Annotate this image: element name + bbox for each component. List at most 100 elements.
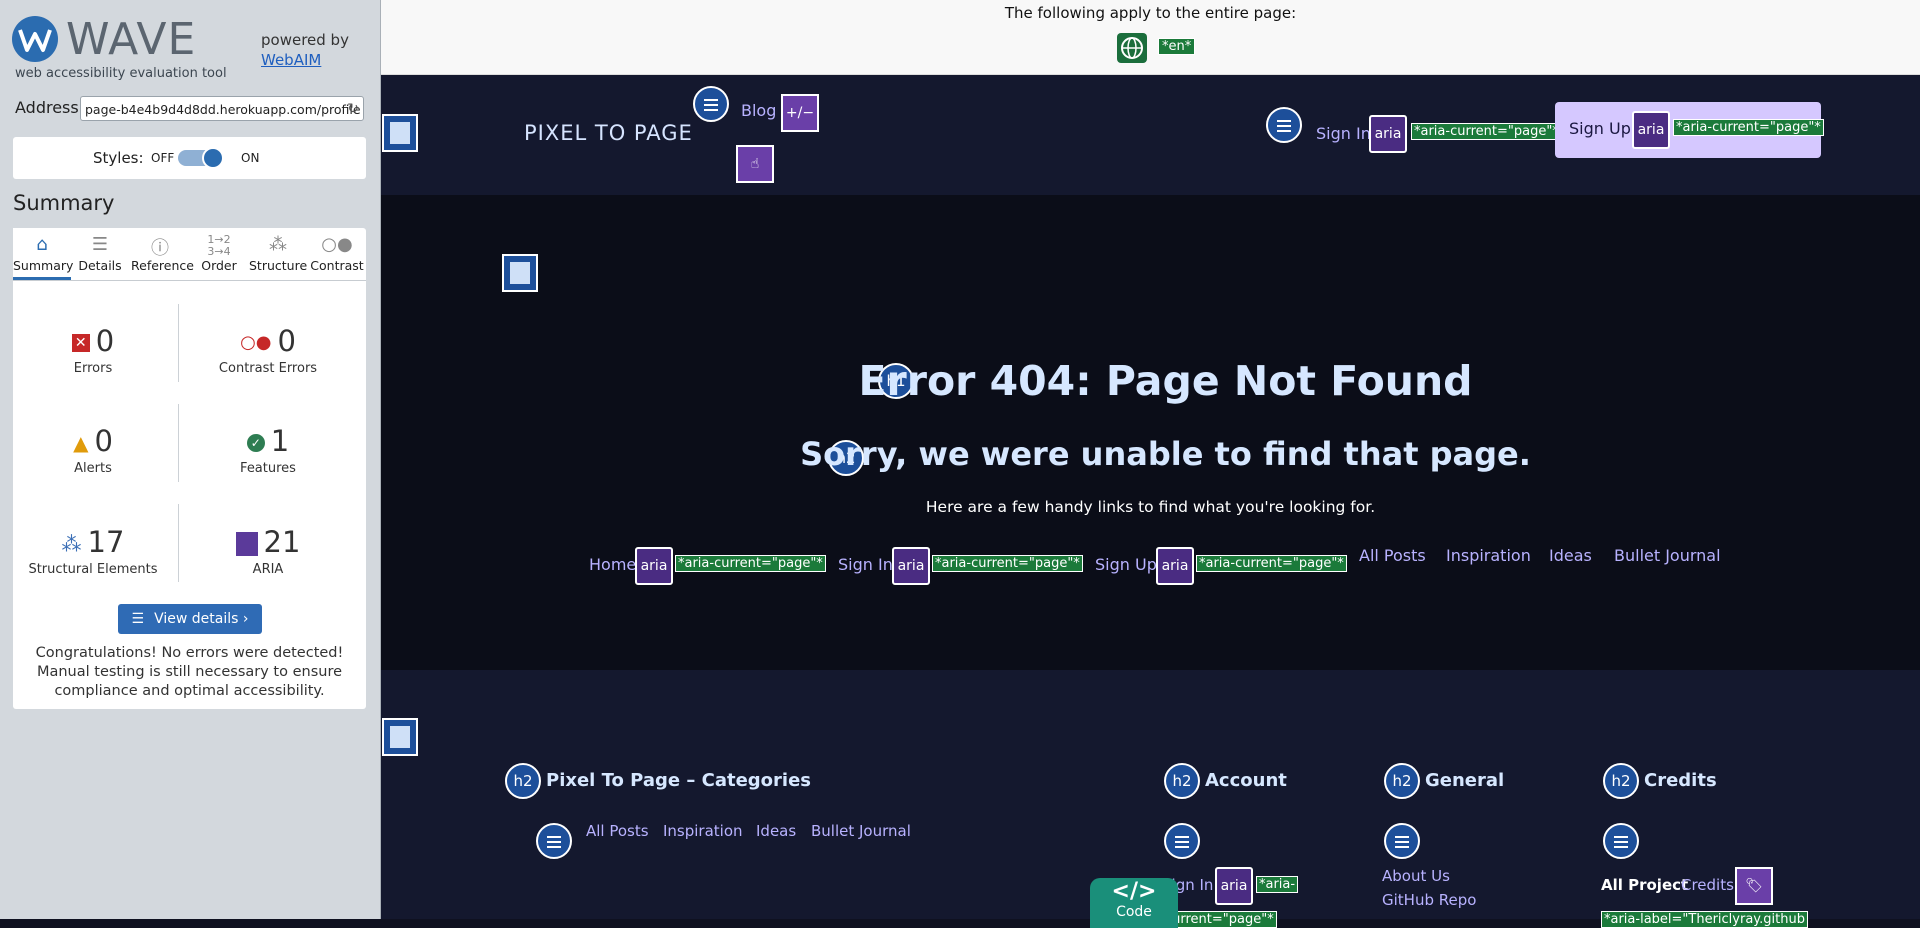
link-ideas[interactable]: Ideas [1549,546,1592,565]
aria-badge-icon[interactable]: aria [635,547,673,585]
main-landmark-icon[interactable] [502,254,538,292]
footer-link-bullet-journal[interactable]: Bullet Journal [811,822,911,840]
footer-account-heading: Account [1205,770,1287,791]
aria-current-tag: *aria-current="page"* [1673,119,1824,136]
h2-badge-icon[interactable]: h2 [1603,763,1639,799]
nav-sign-in-link[interactable]: Sign In [1316,124,1371,143]
powered-by-text: powered by [261,31,349,49]
alerts-count: 0 [94,424,113,458]
link-inspiration[interactable]: Inspiration [1446,546,1531,565]
footer-link-credits[interactable]: Credits [1681,876,1734,894]
divider [178,504,179,582]
page-title: Error 404: Page Not Found [858,357,1473,405]
view-details-button[interactable]: ☰ View details › [118,604,262,634]
link-sign-in[interactable]: Sign In [838,555,893,574]
aria-badge-icon[interactable]: aria [1215,867,1253,905]
wave-sidebar: WAVE web accessibility evaluation tool p… [0,0,381,919]
footer-categories-heading: Pixel To Page – Categories [546,770,812,791]
features-stat[interactable]: ✓ 1 Features [188,423,348,476]
aria-badge-icon[interactable]: aria [892,547,930,585]
aria-label: ARIA [252,562,284,577]
tab-structure-label: Structure [249,258,308,273]
divider [178,304,179,382]
aria-stat[interactable]: 21 ARIA [188,524,348,577]
toggle-badge-icon[interactable]: +/− [781,94,819,132]
errors-count: 0 [95,324,115,358]
tab-reference[interactable]: ⓘ Reference [131,228,194,280]
footer-link-all-posts[interactable]: All Posts [586,822,649,840]
contrast-errors-stat[interactable]: ○● 0 Contrast Errors [188,323,348,376]
contrast-errors-label: Contrast Errors [218,361,318,376]
styles-toggle[interactable] [178,147,224,169]
globe-icon[interactable] [1117,33,1147,63]
styles-on-label: ON [241,151,260,165]
contrast-error-icon: ○● [240,332,272,353]
refresh-icon[interactable]: ↻ [347,97,359,120]
divider [178,404,179,482]
link-all-posts[interactable]: All Posts [1359,546,1426,565]
code-label: Code [1116,904,1152,920]
tab-contrast-label: Contrast [310,258,364,273]
header-landmark-icon[interactable] [382,114,418,152]
aria-icon [235,532,258,556]
footer-all-project-text: All Project [1601,876,1689,894]
address-input[interactable]: page-b4e4b9d4d8dd.herokuapp.com/profile … [80,96,364,121]
list-icon: ☰ [131,611,145,627]
structural-stat[interactable]: ⁂ 17 Structural Elements [13,524,173,577]
alerts-stat[interactable]: ▲ 0 Alerts [13,423,173,476]
errors-label: Errors [73,361,113,376]
nav-sign-up-button[interactable]: Sign Up aria *aria-current="page"* [1555,102,1824,158]
errors-stat[interactable]: ✕ 0 Errors [13,323,173,376]
site-brand[interactable]: PIXEL TO PAGE [524,121,693,145]
aria-badge-icon[interactable]: aria [1156,547,1194,585]
aria-badge-icon[interactable]: aria [1369,115,1407,153]
nav-blog-link[interactable]: Blog [741,101,776,120]
footer-link-github-repo[interactable]: GitHub Repo [1382,891,1476,909]
h2-badge-icon[interactable]: h2 [505,763,541,799]
wave-subtitle: web accessibility evaluation tool [15,66,227,81]
styles-off-label: OFF [151,151,175,165]
notice-text: The following apply to the entire page: [1004,4,1297,22]
list-icon[interactable] [1164,823,1200,859]
footer-link-about-us[interactable]: About Us [1382,867,1450,885]
structural-label: Structural Elements [28,562,158,577]
alert-icon: ▲ [73,431,89,455]
aria-current-tag: *aria-current="page"* [932,555,1083,572]
h2-badge-icon[interactable]: h2 [1384,763,1420,799]
list-icon[interactable] [1603,823,1639,859]
tab-summary[interactable]: ⌂ Summary [13,228,73,280]
aria-current-tag: *aria-current="page"* [1196,555,1347,572]
features-count: 1 [270,424,290,458]
list-icon[interactable] [1384,823,1420,859]
link-sign-up[interactable]: Sign Up [1095,555,1157,574]
tab-contrast[interactable]: ○● Contrast [308,228,366,280]
link-bullet-journal[interactable]: Bullet Journal [1614,546,1721,565]
list-icon[interactable] [693,86,729,122]
footer-link-ideas[interactable]: Ideas [756,822,796,840]
list-icon[interactable] [1266,107,1302,143]
contrast-icon: ○● [321,234,353,255]
site-header: PIXEL TO PAGE Blog +/− ☝ Sign In aria *a… [381,75,1920,195]
address-label: Address: [15,98,85,117]
list-icon: ☰ [91,234,109,255]
aria-current-tag-partial: current="page"* [1162,911,1277,928]
webaim-link[interactable]: WebAIM [261,51,349,69]
h2-badge-icon[interactable]: h2 [1164,763,1200,799]
tab-order[interactable]: 1→2 3→4 Order [190,228,248,280]
code-button[interactable]: </> Code [1090,878,1178,928]
footer-landmark-icon[interactable] [382,718,418,756]
tab-bar: ⌂ Summary ☰ Details ⓘ Reference 1→2 3→4 O… [13,228,366,281]
button-badge-icon[interactable]: ☝ [736,145,774,183]
info-icon: ⓘ [151,238,169,259]
powered-by: powered by WebAIM [261,31,349,69]
tab-structure[interactable]: ⁂ Structure [249,228,307,280]
footer-link-inspiration[interactable]: Inspiration [663,822,743,840]
list-icon[interactable] [536,823,572,859]
tag-badge-icon[interactable]: 🏷 [1735,867,1773,905]
structure-icon: ⁂ [61,532,82,556]
tab-details[interactable]: ☰ Details [71,228,129,280]
link-home[interactable]: Home [589,555,636,574]
tab-order-label: Order [201,258,237,273]
aria-badge-icon[interactable]: aria [1632,111,1670,149]
page-subtitle: Sorry, we were unable to find that page. [800,435,1531,473]
